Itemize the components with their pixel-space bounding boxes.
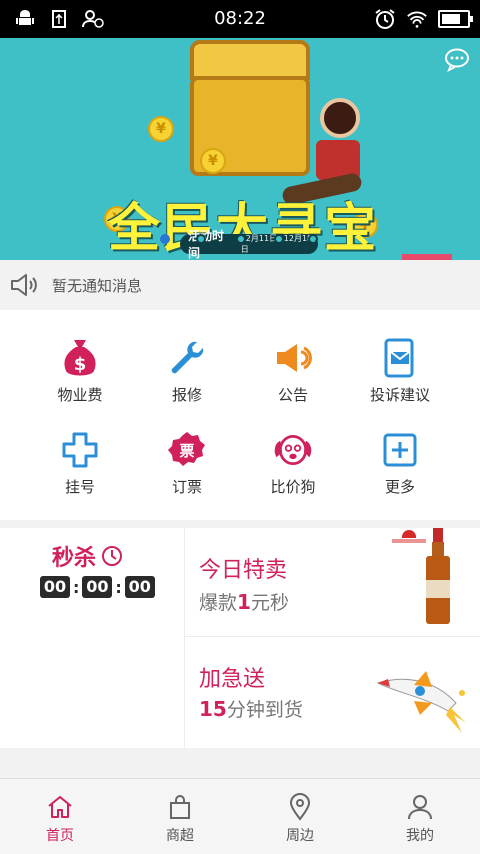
tab-nearby[interactable]: 周边: [240, 779, 360, 854]
today-special-title: 今日特卖: [199, 558, 288, 583]
bottom-nav: 首页 商超 周边 我的: [0, 778, 480, 854]
tab-label: 商超: [166, 828, 194, 844]
chat-bubble-icon[interactable]: [444, 48, 470, 73]
ticket-badge-text: 票: [179, 442, 194, 460]
tab-home[interactable]: 首页: [0, 779, 120, 854]
grid-item-complaint[interactable]: 投诉建议: [340, 310, 460, 410]
tab-profile[interactable]: 我的: [360, 779, 480, 854]
money-bag-icon: $: [60, 338, 100, 378]
function-grid: $ 物业费 报修 公告 投诉建议 挂号 票 订票 比价狗 更多: [0, 310, 480, 520]
express-subtitle: 15分钟到货: [199, 695, 303, 722]
megaphone-icon: [273, 338, 313, 378]
medical-cross-icon: [60, 430, 100, 470]
coin-icon: ¥: [200, 148, 226, 174]
wifi-icon: [406, 8, 428, 30]
mail-phone-icon: [380, 338, 420, 378]
grid-item-label: 挂号: [64, 478, 95, 496]
colon-separator: :: [115, 577, 122, 597]
express-title: 加急送: [199, 667, 266, 692]
grid-item-tickets[interactable]: 票 订票: [127, 402, 247, 502]
dog-icon: [273, 430, 313, 470]
carousel-dot[interactable]: [308, 234, 318, 244]
coin-icon: ¥: [148, 116, 174, 142]
grid-item-announcement[interactable]: 公告: [233, 310, 353, 410]
colon-separator: :: [73, 577, 80, 597]
oil-bottle-image: [426, 528, 450, 624]
status-bar: 08:22: [0, 0, 480, 38]
carousel-dot[interactable]: [274, 234, 284, 244]
tab-label: 我的: [406, 828, 434, 844]
grid-item-property-fee[interactable]: $ 物业费: [20, 310, 140, 410]
brand-logo: [392, 530, 426, 546]
speaker-icon: [10, 273, 40, 297]
subtitle-prefix: 爆款: [199, 592, 238, 614]
subtitle-suffix: 元秒: [250, 592, 289, 614]
grid-item-more[interactable]: 更多: [340, 402, 460, 502]
grid-item-label: 更多: [384, 478, 415, 496]
grid-item-label: 比价狗: [270, 478, 316, 496]
home-icon: [46, 793, 74, 821]
location-pin-icon: [286, 793, 314, 821]
ticket-badge-icon: 票: [167, 430, 207, 470]
shopping-bag-icon: [166, 793, 194, 821]
grid-item-price-compare[interactable]: 比价狗: [233, 402, 353, 502]
promo-section: 秒杀 00 : 00 : 00 今日特卖 爆款1元秒 加急送 15分钟到货: [0, 528, 480, 748]
express-delivery-card[interactable]: 加急送 15分钟到货: [185, 637, 480, 748]
notice-text: 暂无通知消息: [52, 276, 143, 295]
battery-icon: [438, 10, 473, 28]
countdown-minutes: 00: [82, 576, 113, 598]
grid-item-registration[interactable]: 挂号: [20, 402, 140, 502]
plus-square-icon: [380, 430, 420, 470]
grid-item-label: 订票: [171, 478, 202, 496]
flash-sale-title-row: 秒杀: [52, 540, 124, 572]
boy-head-illustration: [320, 98, 360, 138]
alarm-icon: [374, 8, 396, 30]
countdown-seconds: 00: [124, 576, 155, 598]
rocket-illustration: [374, 657, 470, 737]
tab-supermarket[interactable]: 商超: [120, 779, 240, 854]
clock-icon: [100, 544, 124, 568]
wrench-icon: [167, 338, 207, 378]
flash-sale-title: 秒杀: [52, 546, 97, 571]
subtitle-highlight: 15: [199, 697, 227, 721]
tab-label: 周边: [286, 828, 314, 844]
countdown-timer: 00 : 00 : 00: [40, 576, 155, 598]
notice-bar[interactable]: 暂无通知消息: [0, 260, 480, 310]
carousel-dot[interactable]: [196, 234, 206, 244]
status-right-icons: [374, 8, 473, 30]
today-special-subtitle: 爆款1元秒: [199, 588, 289, 615]
subtitle-highlight: 1: [237, 590, 251, 614]
flash-sale-card[interactable]: 秒杀 00 : 00 : 00: [0, 528, 184, 748]
subtitle-suffix: 分钟到货: [226, 699, 303, 721]
carousel-dot[interactable]: [236, 234, 246, 244]
carousel-indicator: [160, 234, 320, 244]
carousel-dot[interactable]: [160, 234, 170, 244]
tab-label: 首页: [46, 828, 74, 844]
countdown-hours: 00: [40, 576, 70, 598]
user-icon: [406, 793, 434, 821]
svg-text:$: $: [74, 354, 87, 375]
grid-item-repair[interactable]: 报修: [127, 310, 247, 410]
today-special-card[interactable]: 今日特卖 爆款1元秒: [185, 528, 480, 636]
promo-banner[interactable]: ¥ ¥ ¥ ¥ 全民大寻宝 活动时间 12月11日~12月18日: [0, 38, 480, 260]
